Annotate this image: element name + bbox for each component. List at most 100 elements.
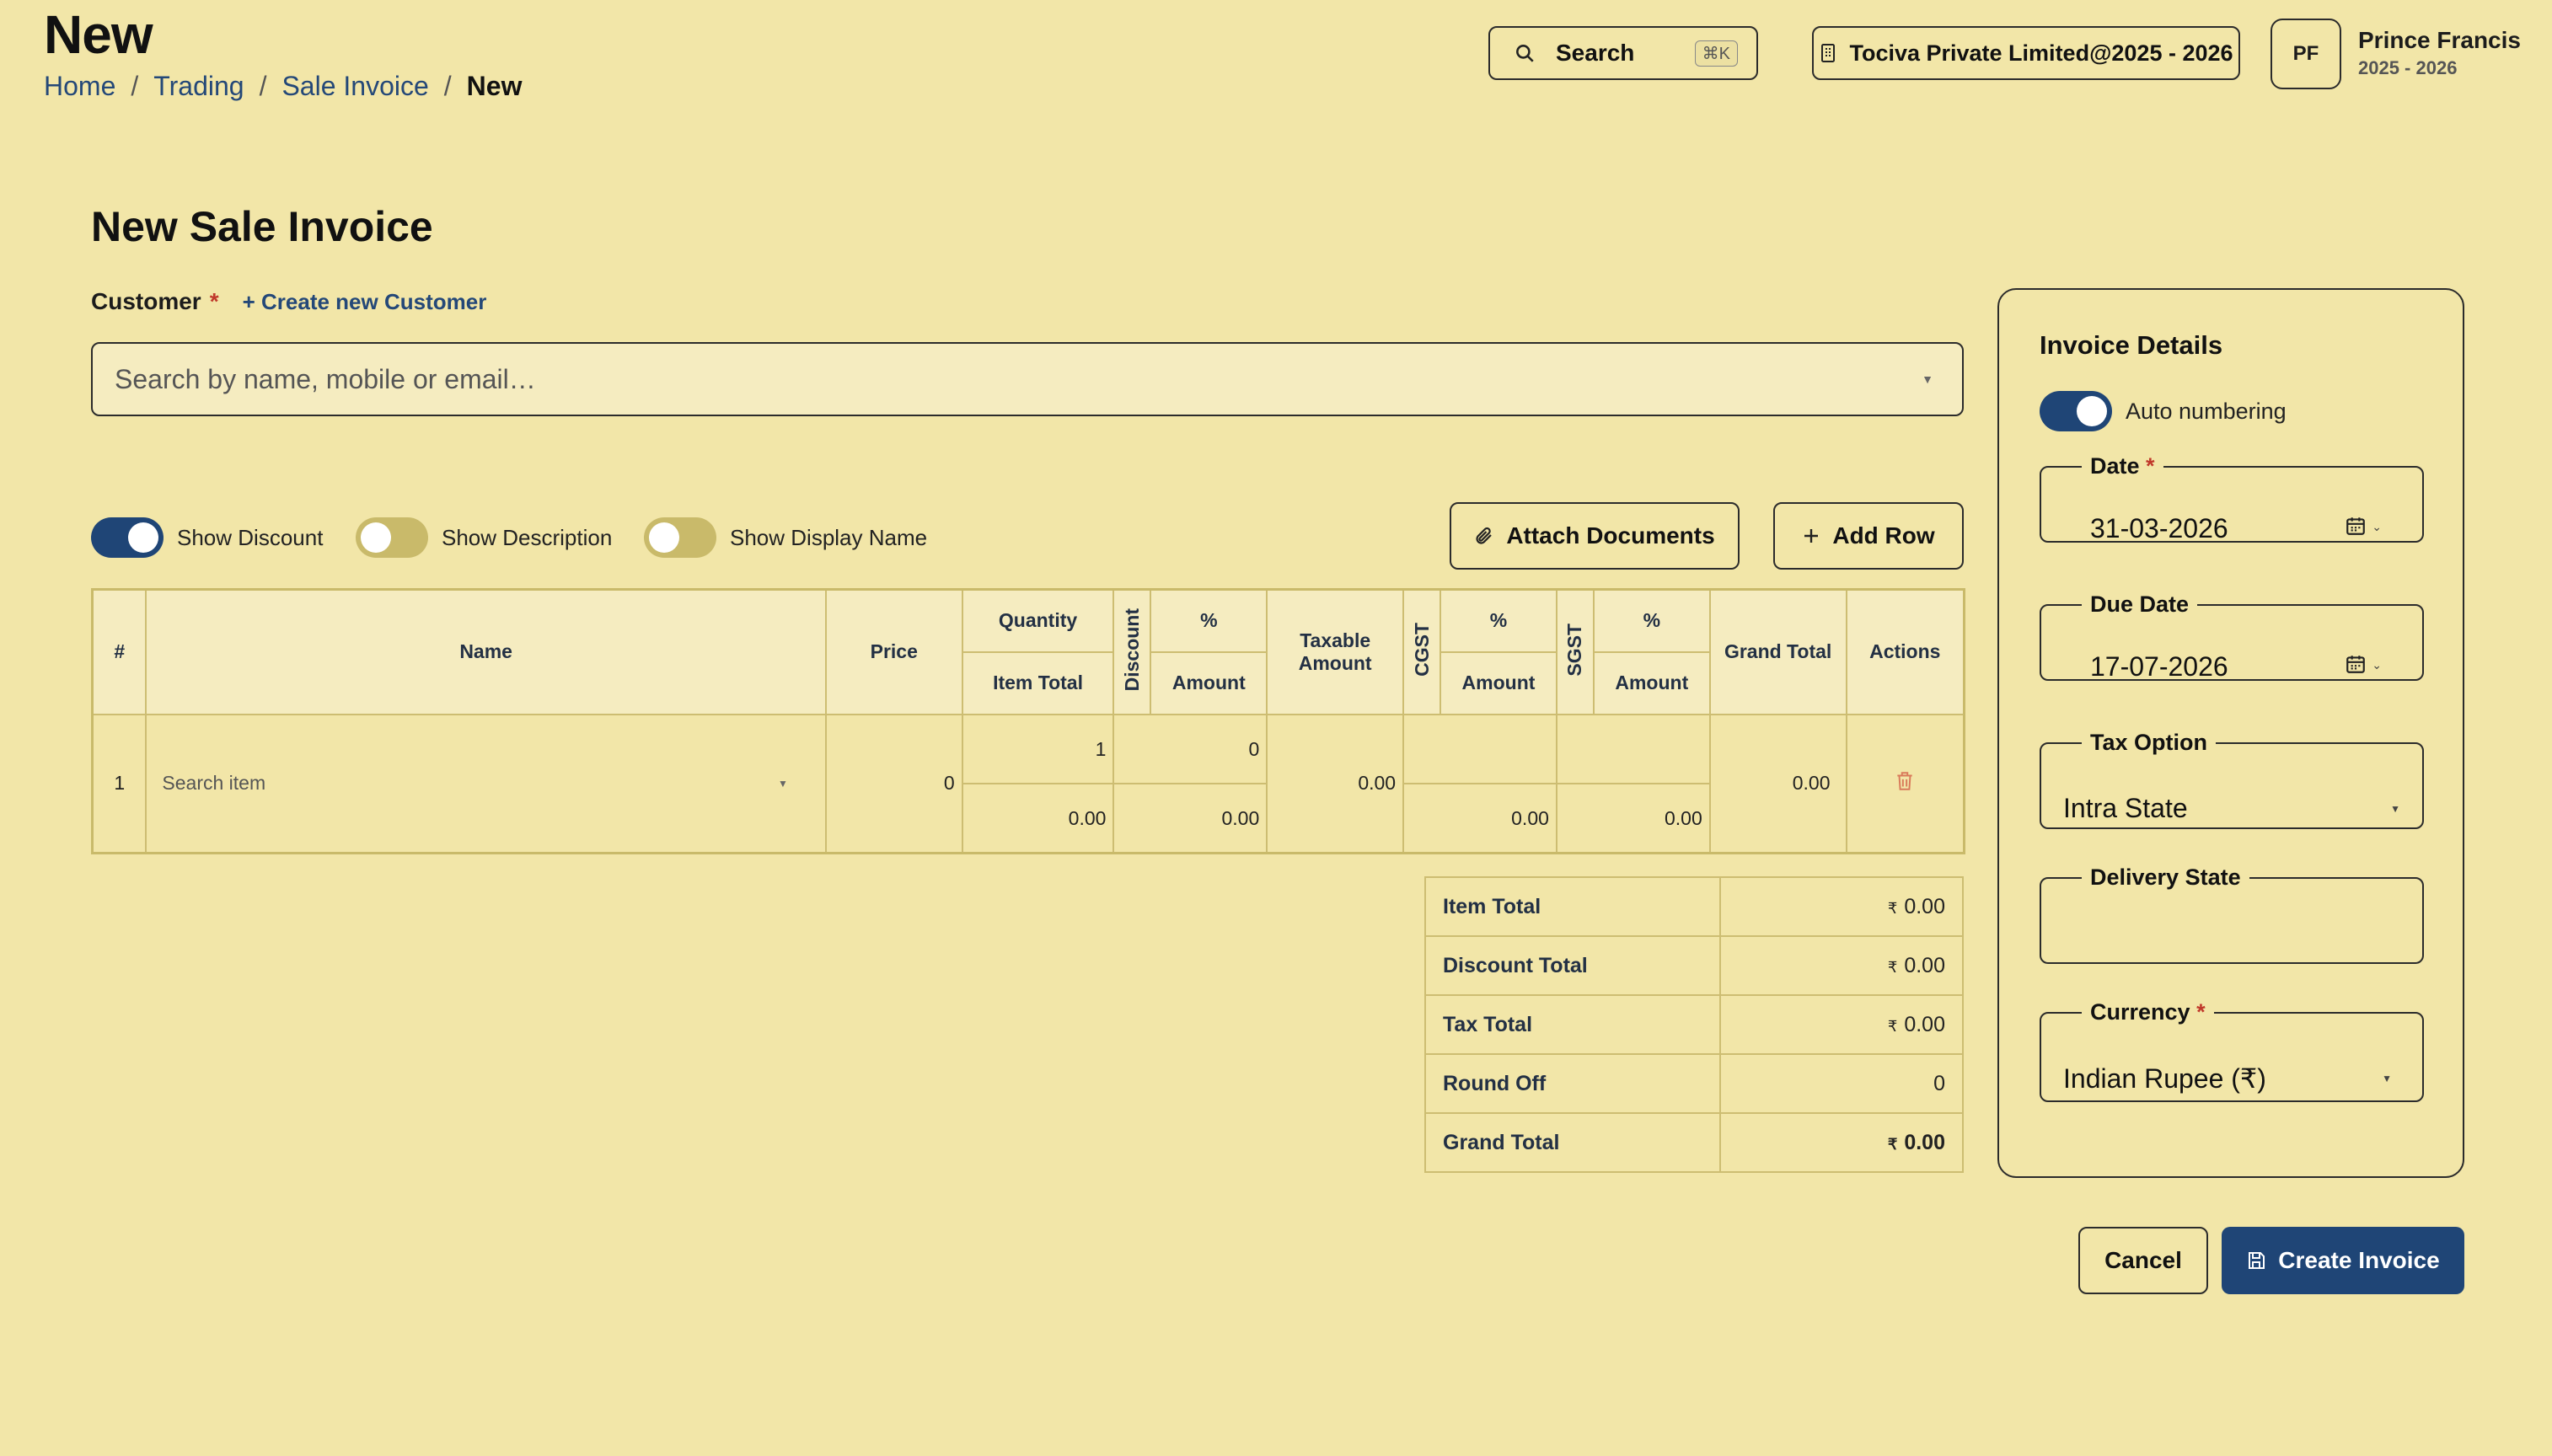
col-sgst-pct: % bbox=[1592, 588, 1711, 653]
caret-down-icon: ▼ bbox=[2390, 803, 2400, 815]
create-customer-link[interactable]: + Create new Customer bbox=[243, 289, 487, 315]
chevron-down-icon: ⌄ bbox=[2372, 520, 2382, 533]
breadcrumb-current: New bbox=[466, 71, 523, 101]
discount-amount-value: 0.00 bbox=[1112, 783, 1268, 854]
customer-placeholder: Search by name, mobile or email… bbox=[115, 363, 536, 394]
rupee-icon: ₹ bbox=[1887, 958, 1898, 976]
toggle-show-display-name[interactable]: Show Display Name bbox=[644, 517, 927, 558]
page-title: New bbox=[44, 4, 153, 65]
items-table: # Name Price Quantity Discount % Taxable… bbox=[91, 588, 1965, 854]
global-search-button[interactable]: Search ⌘K bbox=[1488, 26, 1758, 80]
avatar[interactable]: PF bbox=[2271, 19, 2341, 89]
col-sgst: SGST bbox=[1555, 588, 1595, 715]
calendar-icon[interactable] bbox=[2345, 515, 2367, 537]
breadcrumb-home[interactable]: Home bbox=[44, 71, 115, 102]
col-quantity: Quantity bbox=[961, 588, 1115, 653]
summary-tax-total: Tax Total ₹0.00 bbox=[1424, 994, 1964, 1055]
totals-summary: Item Total ₹0.00 Discount Total ₹0.00 Ta… bbox=[1424, 876, 1964, 1173]
caret-down-icon: ▼ bbox=[2382, 1073, 2392, 1084]
rupee-icon: ₹ bbox=[1887, 1017, 1898, 1035]
quantity-input[interactable]: 1 bbox=[961, 713, 1115, 785]
user-name: Prince Francis bbox=[2358, 27, 2521, 53]
discount-pct-input[interactable]: 0 bbox=[1112, 713, 1268, 785]
col-number: # bbox=[91, 588, 147, 715]
toggle-switch[interactable] bbox=[356, 517, 428, 558]
toggle-label: Show Discount bbox=[177, 524, 324, 550]
paperclip-icon bbox=[1476, 527, 1493, 544]
toggle-switch[interactable] bbox=[644, 517, 716, 558]
plus-icon bbox=[1804, 529, 1819, 543]
attach-documents-button[interactable]: Attach Documents bbox=[1450, 502, 1740, 570]
auto-numbering-toggle[interactable]: Auto numbering bbox=[2040, 391, 2287, 431]
delivery-state-select[interactable]: Delivery State bbox=[2040, 864, 2424, 964]
toggle-label: Show Description bbox=[442, 524, 613, 550]
summary-round-off: Round Off 0 bbox=[1424, 1053, 1964, 1114]
sgst-pct-value bbox=[1555, 713, 1711, 785]
add-row-button[interactable]: Add Row bbox=[1773, 502, 1964, 570]
date-value: 31-03-2026 bbox=[2090, 513, 2228, 543]
caret-down-icon: ▼ bbox=[1922, 372, 1933, 386]
due-date-value: 17-07-2026 bbox=[2090, 651, 2228, 682]
user-financial-year: 2025 - 2026 bbox=[2358, 57, 2458, 78]
table-row: 1 Search item ▼ 0 1 0 0.00 0.00 bbox=[91, 713, 1965, 854]
trash-icon bbox=[1897, 772, 1912, 790]
chevron-down-icon: ⌄ bbox=[2372, 658, 2382, 672]
currency-value: Indian Rupee (₹) bbox=[2063, 1063, 2266, 1094]
price-input[interactable]: 0 bbox=[824, 713, 963, 854]
toggle-show-discount[interactable]: Show Discount bbox=[91, 517, 323, 558]
taxable-amount-value: 0.00 bbox=[1266, 713, 1405, 854]
search-icon bbox=[1516, 45, 1534, 62]
caret-down-icon: ▼ bbox=[777, 777, 788, 790]
form-heading: New Sale Invoice bbox=[91, 203, 433, 250]
company-name: Tociva Private Limited@2025 - 2026 bbox=[1849, 40, 2233, 66]
row-grand-total: 0.00 bbox=[1708, 713, 1847, 854]
breadcrumb: Home / Trading / Sale Invoice / New bbox=[44, 71, 523, 102]
cgst-amount-value: 0.00 bbox=[1402, 783, 1557, 854]
save-icon bbox=[2249, 1252, 2265, 1269]
summary-grand-total: Grand Total ₹0.00 bbox=[1424, 1112, 1964, 1173]
col-discount-pct: % bbox=[1150, 588, 1268, 653]
summary-item-total: Item Total ₹0.00 bbox=[1424, 876, 1964, 937]
breadcrumb-trading[interactable]: Trading bbox=[153, 71, 244, 102]
item-search-input[interactable]: Search item ▼ bbox=[145, 713, 827, 854]
customer-search-input[interactable]: Search by name, mobile or email… ▼ bbox=[91, 342, 1964, 416]
cgst-pct-value bbox=[1402, 713, 1557, 785]
rupee-icon: ₹ bbox=[1887, 1135, 1898, 1153]
toggle-label: Show Display Name bbox=[730, 524, 928, 550]
toggle-switch[interactable] bbox=[91, 517, 164, 558]
summary-discount-total: Discount Total ₹0.00 bbox=[1424, 935, 1964, 996]
col-taxable-amount: Taxable Amount bbox=[1266, 588, 1405, 715]
required-mark: * bbox=[209, 288, 219, 314]
col-grand-total: Grand Total bbox=[1708, 588, 1847, 715]
col-discount: Discount bbox=[1112, 588, 1152, 715]
customer-label: Customer bbox=[91, 288, 201, 314]
company-selector[interactable]: Tociva Private Limited@2025 - 2026 bbox=[1812, 26, 2240, 80]
col-price: Price bbox=[824, 588, 963, 715]
due-date-field[interactable]: Due Date 17-07-2026 ⌄ bbox=[2040, 592, 2424, 682]
delete-row-button[interactable] bbox=[1845, 713, 1965, 854]
tax-option-value: Intra State bbox=[2063, 793, 2188, 823]
col-sgst-amount: Amount bbox=[1592, 650, 1711, 715]
col-actions: Actions bbox=[1845, 588, 1965, 715]
search-label: Search bbox=[1556, 40, 1635, 66]
calendar-icon[interactable] bbox=[2345, 653, 2367, 675]
col-cgst: CGST bbox=[1402, 588, 1442, 715]
create-invoice-button[interactable]: Create Invoice bbox=[2222, 1227, 2464, 1294]
toggle-show-description[interactable]: Show Description bbox=[356, 517, 612, 558]
tax-option-select[interactable]: Tax Option Intra State ▼ bbox=[2040, 730, 2424, 829]
col-cgst-amount: Amount bbox=[1440, 650, 1557, 715]
date-field[interactable]: Date * 31-03-2026 ⌄ bbox=[2040, 453, 2424, 543]
toggle-switch[interactable] bbox=[2040, 391, 2112, 431]
invoice-details-heading: Invoice Details bbox=[2040, 330, 2223, 360]
currency-select[interactable]: Currency * Indian Rupee (₹) ▼ bbox=[2040, 999, 2424, 1102]
col-item-total: Item Total bbox=[961, 650, 1115, 715]
sgst-amount-value: 0.00 bbox=[1555, 783, 1711, 854]
col-discount-amount: Amount bbox=[1150, 650, 1268, 715]
search-shortcut: ⌘K bbox=[1694, 40, 1738, 67]
cancel-button[interactable]: Cancel bbox=[2078, 1227, 2208, 1294]
rupee-icon: ₹ bbox=[1887, 899, 1898, 917]
col-cgst-pct: % bbox=[1440, 588, 1557, 653]
row-number: 1 bbox=[91, 713, 147, 854]
breadcrumb-sale-invoice[interactable]: Sale Invoice bbox=[281, 71, 428, 102]
col-name: Name bbox=[145, 588, 827, 715]
